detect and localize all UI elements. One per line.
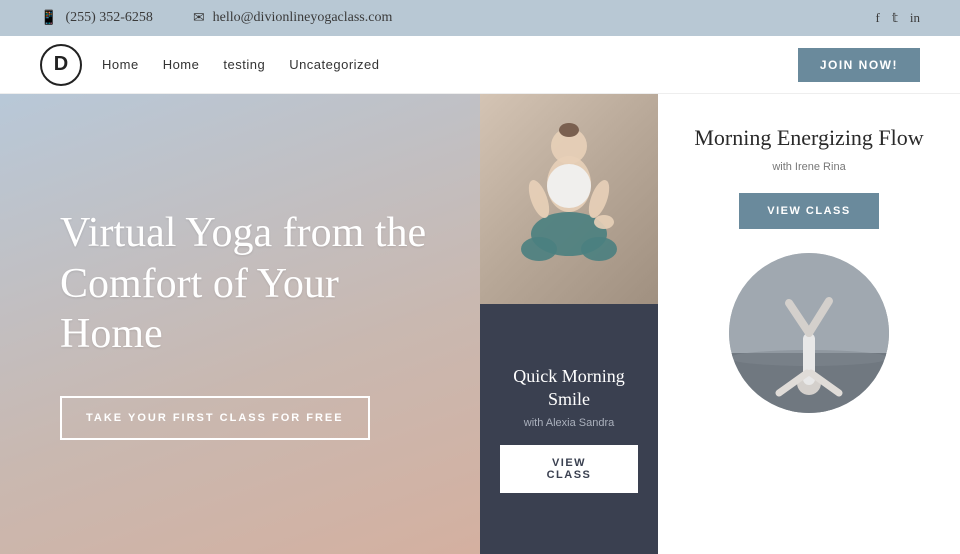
hero-title: Virtual Yoga from the Comfort of Your Ho… [60,208,430,359]
right-card-title: Morning Energizing Flow [694,124,923,153]
yoga-sitting-figure [509,104,629,294]
twitter-icon[interactable]: 𝕥 [892,10,898,26]
nav-item-home2[interactable]: Home [163,56,200,74]
phone-number: (255) 352-6258 [65,10,153,26]
nav-links: Home Home testing Uncategorized [102,56,380,74]
nav-link-home2[interactable]: Home [163,57,200,72]
social-links: f 𝕥 in [875,10,920,26]
hero-left-panel: Virtual Yoga from the Comfort of Your Ho… [0,94,480,554]
right-card-instructor: with Irene Rina [772,161,845,173]
dark-class-card: Quick Morning Smile with Alexia Sandra V… [480,304,658,554]
circle-yoga-image [729,253,889,413]
phone-icon: 📱 [40,10,57,27]
email-address: hello@divionlineyogaclass.com [213,10,393,26]
hero-center-panel: Quick Morning Smile with Alexia Sandra V… [480,94,658,554]
dark-card-title: Quick Morning Smile [500,365,638,412]
hero-section: Virtual Yoga from the Comfort of Your Ho… [0,94,960,554]
hero-right-panel: Morning Energizing Flow with Irene Rina … [658,94,960,554]
nav-link-testing[interactable]: testing [223,57,265,72]
nav-link-uncategorized[interactable]: Uncategorized [289,57,379,72]
nav-link-home1[interactable]: Home [102,57,139,72]
nav-item-home1[interactable]: Home [102,56,139,74]
email-contact: ✉ hello@divionlineyogaclass.com [193,10,392,27]
site-logo[interactable]: D [40,44,82,86]
navbar: D Home Home testing Uncategorized Join N… [0,36,960,94]
right-card-view-button[interactable]: View Class [739,193,878,229]
phone-contact: 📱 (255) 352-6258 [40,10,153,27]
nav-item-uncategorized[interactable]: Uncategorized [289,56,379,74]
yoga-photo-placeholder [480,94,658,304]
nav-item-testing[interactable]: testing [223,56,265,74]
dark-card-instructor: with Alexia Sandra [524,417,615,429]
yoga-beach-figure [729,253,889,413]
hero-cta-button[interactable]: Take Your First Class For Free [60,396,370,440]
yoga-image-top [480,94,658,304]
email-icon: ✉ [193,10,205,27]
facebook-icon[interactable]: f [875,10,879,26]
dark-card-view-button[interactable]: View Class [500,445,638,493]
circle-photo-placeholder [729,253,889,413]
linkedin-icon[interactable]: in [910,10,920,26]
top-bar: 📱 (255) 352-6258 ✉ hello@divionlineyogac… [0,0,960,36]
join-now-button[interactable]: Join Now! [798,48,920,82]
